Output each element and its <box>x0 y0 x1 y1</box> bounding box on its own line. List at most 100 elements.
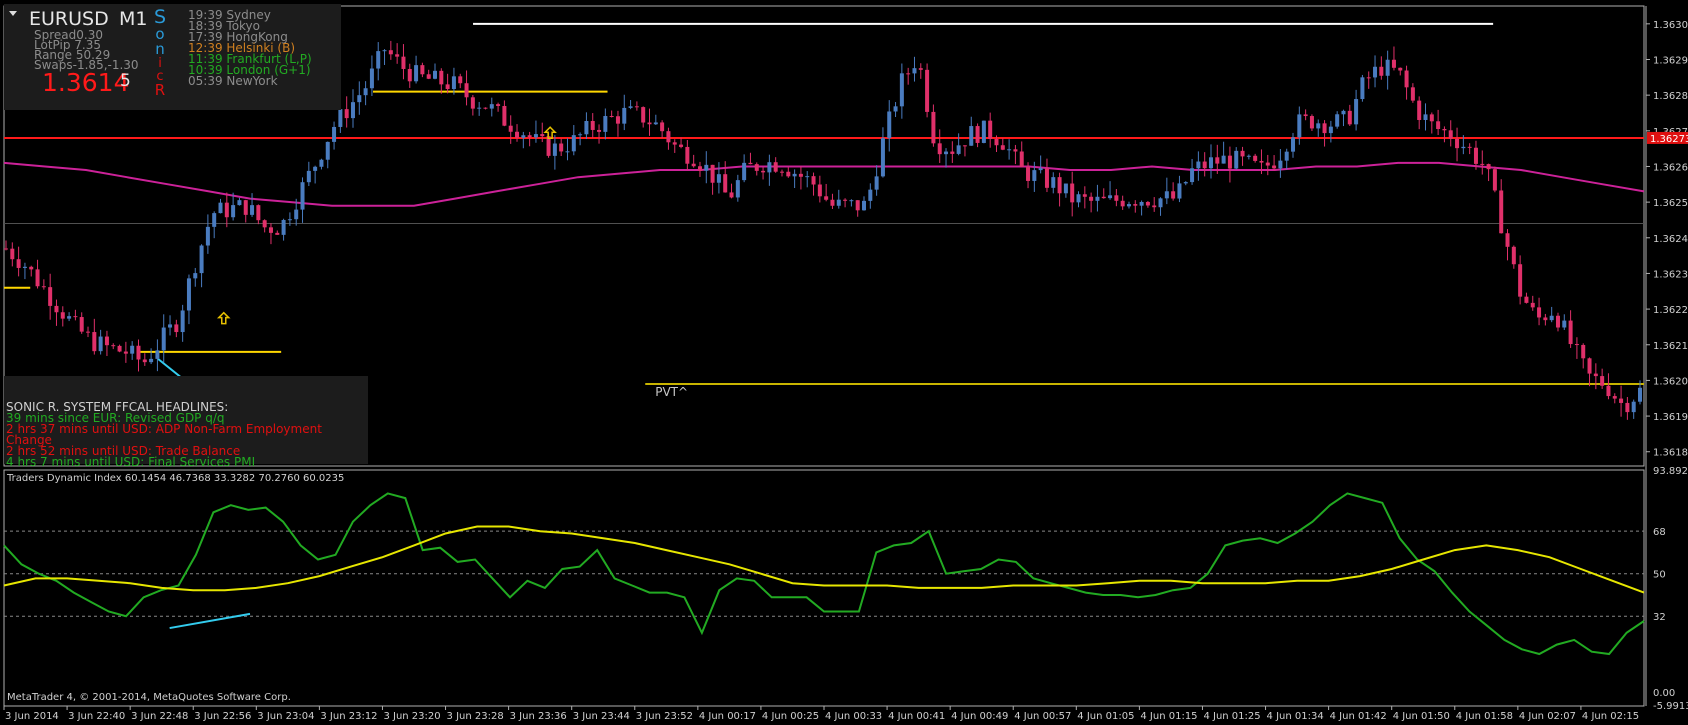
candle-body <box>1391 59 1396 68</box>
candle-body <box>332 126 337 142</box>
candle-body <box>697 166 702 171</box>
candle-body <box>256 205 261 221</box>
candle-body <box>792 173 797 177</box>
candle-body <box>653 122 658 125</box>
candle-body <box>1101 196 1106 199</box>
candle-body <box>1291 137 1296 152</box>
time-axis: 3 Jun 2014 3 Jun 22:40 3 Jun 22:48 3 Jun 22… <box>3 706 1639 722</box>
candle-body <box>1190 168 1195 183</box>
candle-body <box>742 162 747 181</box>
candle-body <box>250 205 255 215</box>
candle-body <box>174 324 179 333</box>
y-tick-label: 1.36205 <box>1653 376 1688 387</box>
market-sessions-list: 19:39 Sydney 18:39 Tokyo 17:39 HongKong 12:… <box>188 9 312 87</box>
y-tick-label: 1.36215 <box>1653 341 1688 352</box>
candle-body <box>704 164 709 171</box>
candle-body <box>1360 77 1365 100</box>
candle-body <box>1070 183 1075 203</box>
candle-body <box>306 170 311 183</box>
candle-body <box>1328 126 1333 134</box>
candle-body <box>1158 198 1163 208</box>
x-tick-label: 4 Jun 01:15 <box>1140 711 1197 722</box>
sonic-letter: n <box>155 40 165 58</box>
y-tick-label: 1.36235 <box>1653 269 1688 280</box>
candle-body <box>855 200 860 211</box>
candle-body <box>679 144 684 147</box>
x-tick-label: 3 Jun 23:20 <box>383 711 440 722</box>
candle-body <box>571 135 576 152</box>
x-tick-label: 4 Jun 01:25 <box>1203 711 1260 722</box>
candle-body <box>1221 155 1226 164</box>
candle-body <box>1246 155 1251 157</box>
x-tick-label: 3 Jun 2014 <box>5 711 59 722</box>
candle-body <box>281 219 286 235</box>
candle-body <box>1574 344 1579 346</box>
candle-body <box>1404 70 1409 88</box>
candle-body <box>515 131 520 138</box>
candle-body <box>609 116 614 118</box>
candle-body <box>489 104 494 109</box>
candle-body <box>483 107 488 109</box>
candle-body <box>1196 161 1201 169</box>
candle-body <box>4 248 8 250</box>
candle-body <box>439 70 444 85</box>
candle-body <box>111 345 116 347</box>
candle-body <box>22 266 27 268</box>
candle-body <box>451 76 456 90</box>
y-tick-label: 1.36295 <box>1653 55 1688 66</box>
x-tick-label: 4 Jun 00:49 <box>951 711 1008 722</box>
candle-body <box>710 164 715 183</box>
candle-body <box>445 84 450 90</box>
y-tick-label: 1.36255 <box>1653 198 1688 209</box>
candle-body <box>294 209 299 220</box>
candle-body <box>117 345 122 352</box>
x-tick-label: 4 Jun 01:50 <box>1393 711 1450 722</box>
y-tick-label: 1.36285 <box>1653 91 1688 102</box>
candle-body <box>237 200 242 206</box>
candle-body <box>338 109 343 127</box>
candle-body <box>79 317 84 332</box>
candle-body <box>212 213 217 227</box>
sonic-letter: R <box>154 81 166 99</box>
collapse-triangle-icon[interactable] <box>9 11 17 16</box>
tdi-axis-label: 32 <box>1653 612 1666 623</box>
candle-body <box>925 69 930 112</box>
x-tick-label: 4 Jun 01:58 <box>1456 711 1513 722</box>
candle-body <box>1019 151 1024 167</box>
candle-body <box>1366 77 1371 79</box>
candle-body <box>1638 387 1642 402</box>
tdi-subwindow: 93.8929 68 50 32 0.00 -5.9913 <box>3 466 1688 712</box>
x-tick-label: 3 Jun 22:56 <box>194 711 251 722</box>
price-axis: 1.363051.362951.362851.362751.362651.362… <box>1645 6 1688 706</box>
candle-body <box>464 83 469 98</box>
candle-body <box>433 70 438 79</box>
candle-body <box>382 50 387 52</box>
candle-body <box>224 202 229 218</box>
candle-body <box>142 359 147 363</box>
candle-body <box>729 192 734 198</box>
candle-body <box>1177 183 1182 199</box>
candle-body <box>1600 376 1605 386</box>
candle-body <box>836 199 841 206</box>
x-tick-label: 4 Jun 00:57 <box>1014 711 1071 722</box>
candle-body <box>1164 191 1169 199</box>
candle-body <box>10 248 15 260</box>
pvt-label: PVT^ <box>655 385 688 399</box>
x-tick-label: 3 Jun 23:12 <box>320 711 377 722</box>
candle-body <box>161 327 166 351</box>
candle-body <box>1587 358 1592 374</box>
candle-body <box>1492 169 1497 191</box>
candle-body <box>843 199 848 201</box>
candle-body <box>962 145 967 147</box>
candle-body <box>565 151 570 153</box>
candle-body <box>1379 66 1384 76</box>
x-tick-label: 3 Jun 23:52 <box>636 711 693 722</box>
x-tick-label: 4 Jun 01:05 <box>1077 711 1134 722</box>
candle-body <box>325 141 330 160</box>
candle-body <box>880 138 885 177</box>
candle-body <box>597 129 602 132</box>
news-item: 2 hrs 37 mins until USD: ADP Non-Farm Em… <box>6 422 322 447</box>
candle-body <box>123 351 128 354</box>
arrow-markers <box>216 126 557 325</box>
candle-body <box>376 51 381 69</box>
